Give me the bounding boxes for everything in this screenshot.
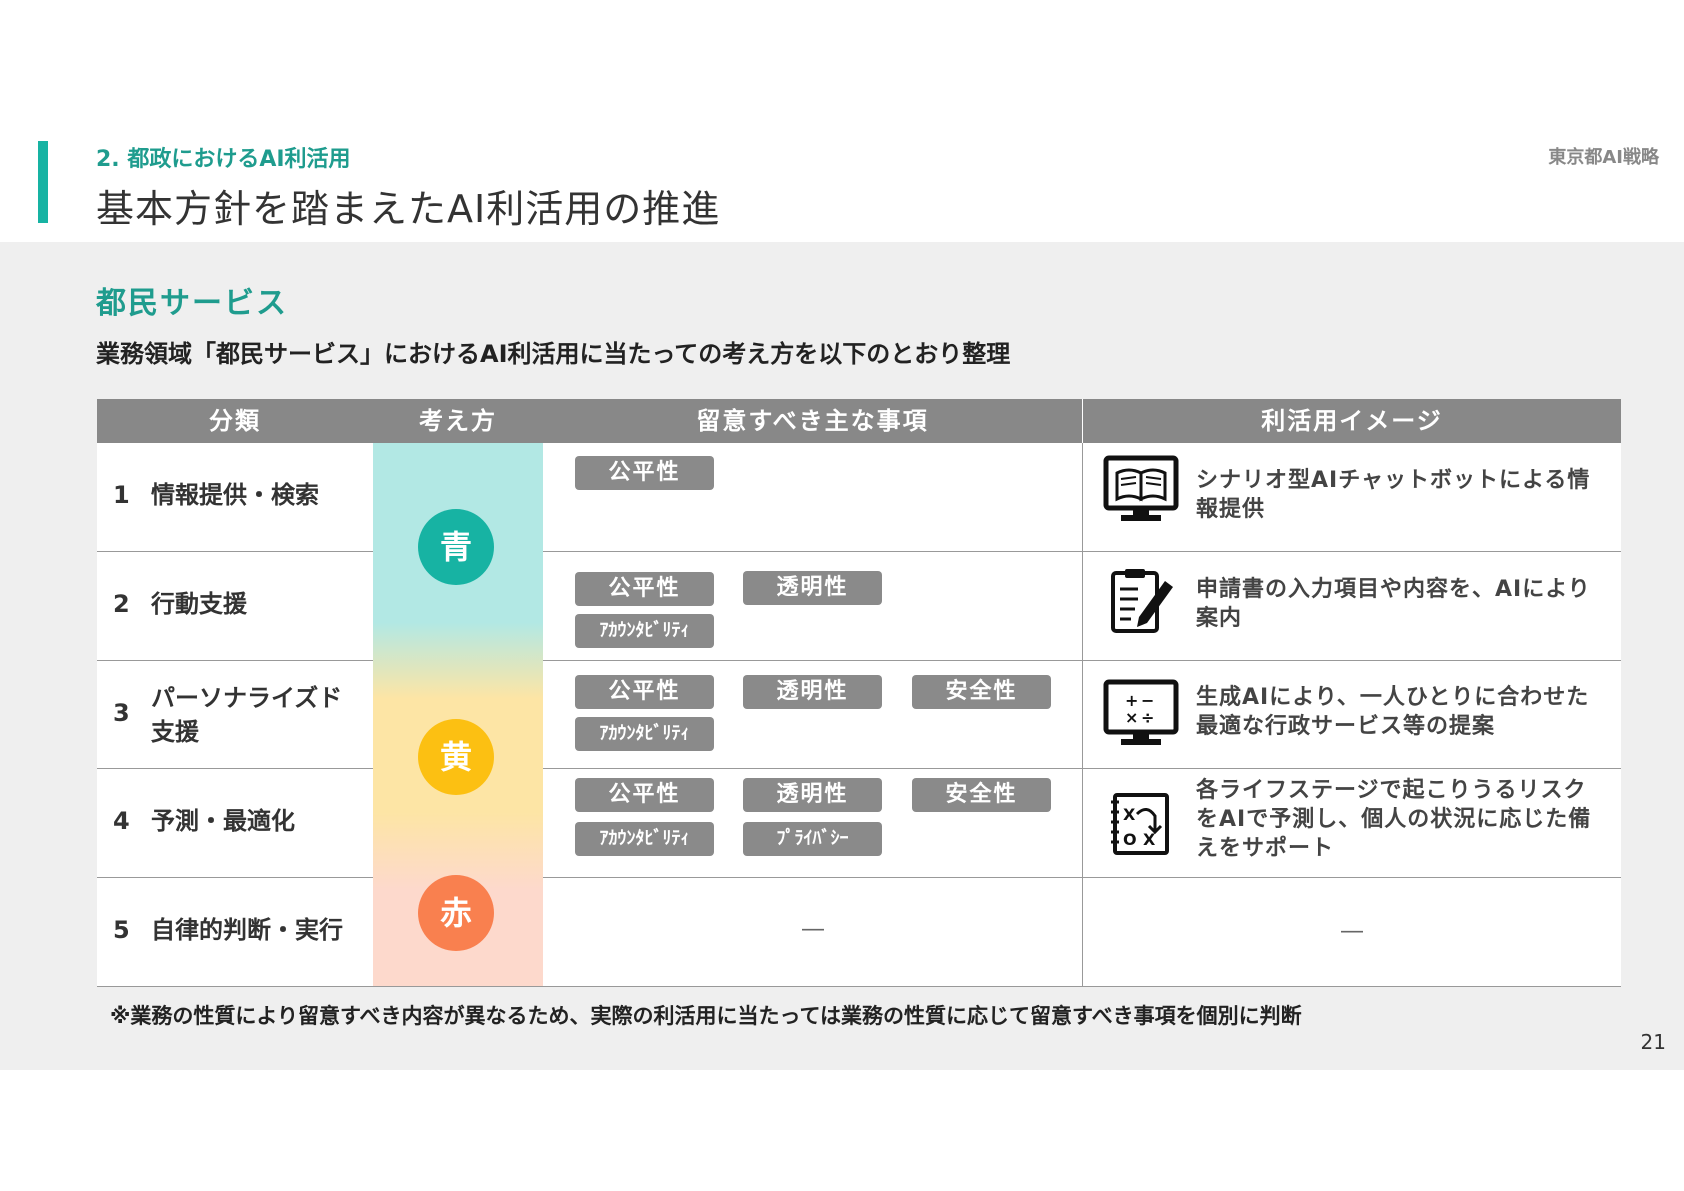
row-divider (543, 551, 1621, 552)
approach-level-blue: 青 (418, 509, 494, 585)
strategy-board-icon: X O X (1111, 793, 1169, 855)
tag-fairness: 公平性 (575, 675, 714, 709)
column-divider (1082, 443, 1083, 987)
tag-transparency: 透明性 (743, 675, 882, 709)
area-heading: 都民サービス (96, 286, 288, 321)
usage-text: 生成AIにより、一人ひとりに合わせた最適な行政サービス等の提案 (1196, 685, 1590, 739)
row-divider (97, 551, 373, 552)
tag-transparency: 透明性 (743, 778, 882, 812)
policy-table: 分類 考え方 留意すべき主な事項 利活用イメージ 1 情報提供・検索 公平性 シ… (97, 399, 1621, 987)
header-category: 分類 (209, 407, 261, 435)
calculator-monitor-icon: + − × ÷ (1103, 679, 1179, 745)
header-approach: 考え方 (419, 407, 497, 435)
row-number: 3 (113, 699, 130, 727)
approach-level-red: 赤 (418, 875, 494, 951)
usage-text: シナリオ型AIチャットボットによる情報提供 (1196, 468, 1591, 522)
header-usage: 利活用イメージ (1261, 407, 1443, 435)
row-number: 4 (113, 807, 130, 835)
category-label-line1: パーソナライズド (151, 684, 343, 712)
accent-bar (38, 141, 48, 223)
table-bottom-border (97, 986, 1621, 987)
table-header: 分類 考え方 留意すべき主な事項 利活用イメージ (97, 399, 1621, 443)
tag-fairness: 公平性 (575, 572, 714, 606)
category-label-line2: 支援 (151, 718, 199, 746)
tag-accountability: ｱｶｳﾝﾀﾋﾞﾘﾃｨ (575, 614, 714, 648)
section-label: 2. 都政におけるAI利活用 (96, 147, 351, 172)
approach-level-yellow: 黄 (418, 719, 494, 795)
tag-safety: 安全性 (912, 778, 1051, 812)
row-number: 5 (113, 916, 130, 944)
tag-fairness: 公平性 (575, 778, 714, 812)
considerations-empty: ― (802, 917, 824, 942)
tag-fairness: 公平性 (575, 456, 714, 490)
usage-text: 申請書の入力項目や内容を、AIにより案内 (1196, 577, 1591, 631)
tag-transparency: 透明性 (743, 571, 882, 605)
row-divider (97, 660, 373, 661)
tag-accountability: ｱｶｳﾝﾀﾋﾞﾘﾃｨ (575, 822, 714, 856)
category-label: 情報提供・検索 (151, 481, 319, 509)
svg-text:÷: ÷ (1141, 708, 1154, 727)
svg-text:O: O (1123, 830, 1137, 849)
tag-safety: 安全性 (912, 675, 1051, 709)
category-label: 予測・最適化 (151, 807, 295, 835)
header-considerations: 留意すべき主な事項 (696, 407, 929, 435)
row-number: 1 (113, 481, 130, 509)
org-label: 東京都AI戦略 (1548, 147, 1659, 168)
page-number: 21 (1640, 1030, 1666, 1054)
category-label: 行動支援 (151, 590, 247, 618)
row-number: 2 (113, 590, 130, 618)
footnote: ※業務の性質により留意すべき内容が異なるため、実際の利活用に当たっては業務の性質… (110, 1004, 1302, 1028)
row-divider (543, 877, 1621, 878)
row-divider (97, 877, 373, 878)
svg-text:×: × (1125, 708, 1138, 727)
clipboard-edit-icon (1111, 569, 1173, 633)
row-divider (543, 660, 1621, 661)
tag-accountability: ｱｶｳﾝﾀﾋﾞﾘﾃｨ (575, 717, 714, 751)
usage-empty: ― (1341, 919, 1363, 944)
tag-privacy: ﾌﾟﾗｲﾊﾞｼｰ (743, 822, 882, 856)
page-title: 基本方針を踏まえたAI利活用の推進 (96, 187, 721, 231)
row-divider (543, 768, 1621, 769)
row-divider (97, 768, 373, 769)
usage-text: 各ライフステージで起こりうるリスクをAIで予測し、個人の状況に応じた備えをサポー… (1196, 778, 1592, 861)
lead-text: 業務領域「都民サービス」におけるAI利活用に当たっての考え方を以下のとおり整理 (96, 340, 1011, 368)
category-label: 自律的判断・実行 (151, 916, 343, 944)
svg-text:X: X (1123, 805, 1136, 824)
book-monitor-icon (1103, 455, 1179, 521)
